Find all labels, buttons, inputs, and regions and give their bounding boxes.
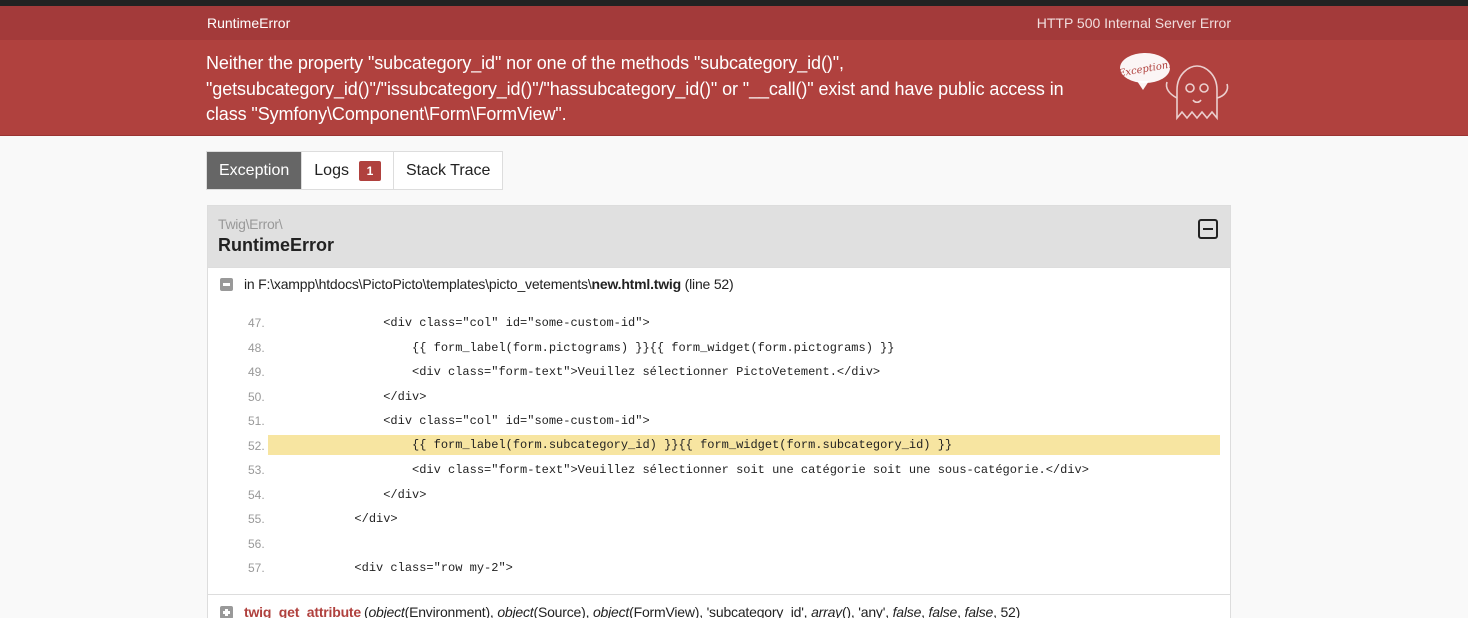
file-path: in F:\xampp\htdocs\PictoPicto\templates\… (244, 276, 592, 292)
line-source: <div class="row my-2"> (268, 561, 513, 575)
code-line: 47. <div class="col" id="some-custom-id"… (208, 311, 1230, 336)
exception-class: RuntimeError (218, 235, 335, 255)
exception-class-short: RuntimeError (207, 15, 291, 31)
line-source: </div> (268, 487, 427, 502)
exception-message-banner: Neither the property "subcategory_id" no… (0, 40, 1468, 136)
exception-message: Neither the property "subcategory_id" no… (206, 53, 1064, 124)
line-source: {{ form_label(form.pictograms) }}{{ form… (268, 340, 895, 355)
exception-panel: Twig\Error\ RuntimeError in F:\xampp\htd… (207, 205, 1231, 618)
file-name: new.html.twig (591, 276, 682, 292)
tab-logs[interactable]: Logs 1 (302, 152, 394, 189)
line-source: </div> (268, 512, 398, 526)
code-line-highlighted: 52. {{ form_label(form.subcategory_id) }… (208, 434, 1230, 459)
file-location: in F:\xampp\htdocs\PictoPicto\templates\… (220, 276, 734, 292)
tab-exception[interactable]: Exception (207, 152, 303, 189)
tab-bar: Exception Logs 1 Stack Trace (206, 151, 504, 190)
trace-function: twig_get_attribute (244, 604, 361, 618)
line-source: <div class="form-text">Veuillez sélectio… (268, 463, 1089, 477)
code-line: 56. (208, 532, 1230, 557)
tab-stack-trace[interactable]: Stack Trace (394, 152, 502, 189)
line-source: <div class="col" id="some-custom-id"> (268, 316, 650, 330)
trace-entry: twig_get_attribute (object(Environment),… (220, 604, 1020, 618)
code-line: 54. </div> (208, 483, 1230, 508)
file-line-number: (line 52) (684, 276, 734, 292)
tab-label: Logs (314, 161, 349, 179)
ghost-exception-icon: Exception! (1117, 53, 1229, 121)
code-line: 51. <div class="col" id="some-custom-id"… (208, 409, 1230, 434)
error-header-bar: RuntimeError HTTP 500 Internal Server Er… (0, 6, 1468, 40)
line-source: {{ form_label(form.subcategory_id) }}{{ … (268, 434, 1220, 455)
line-source: <div class="form-text">Veuillez sélectio… (268, 365, 881, 379)
line-source: </div> (268, 389, 427, 404)
expand-icon[interactable] (220, 605, 233, 618)
code-line: 48. {{ form_label(form.pictograms) }}{{ … (208, 336, 1230, 361)
collapse-icon[interactable] (1198, 219, 1218, 239)
http-status: HTTP 500 Internal Server Error (1036, 15, 1231, 31)
code-line: 50. </div> (208, 385, 1230, 410)
trace-arguments: (object(Environment), object(Source), ob… (363, 604, 1021, 618)
line-number: 56. (248, 536, 265, 551)
code-line: 49. <div class="form-text">Veuillez séle… (208, 360, 1230, 385)
code-line: 55. </div> (208, 507, 1230, 532)
code-line: 57. <div class="row my-2"> (208, 556, 1230, 581)
exception-namespace: Twig\Error\ (218, 216, 283, 232)
logs-count-badge: 1 (358, 160, 381, 181)
line-source: <div class="col" id="some-custom-id"> (268, 414, 650, 428)
exception-panel-header[interactable]: Twig\Error\ RuntimeError (208, 206, 1230, 268)
divider (208, 594, 1230, 595)
collapse-code-icon[interactable] (220, 277, 233, 291)
code-excerpt: 47. <div class="col" id="some-custom-id"… (208, 311, 1230, 581)
tab-label: Exception (219, 161, 290, 179)
code-line: 53. <div class="form-text">Veuillez séle… (208, 458, 1230, 483)
tab-label: Stack Trace (405, 161, 491, 179)
